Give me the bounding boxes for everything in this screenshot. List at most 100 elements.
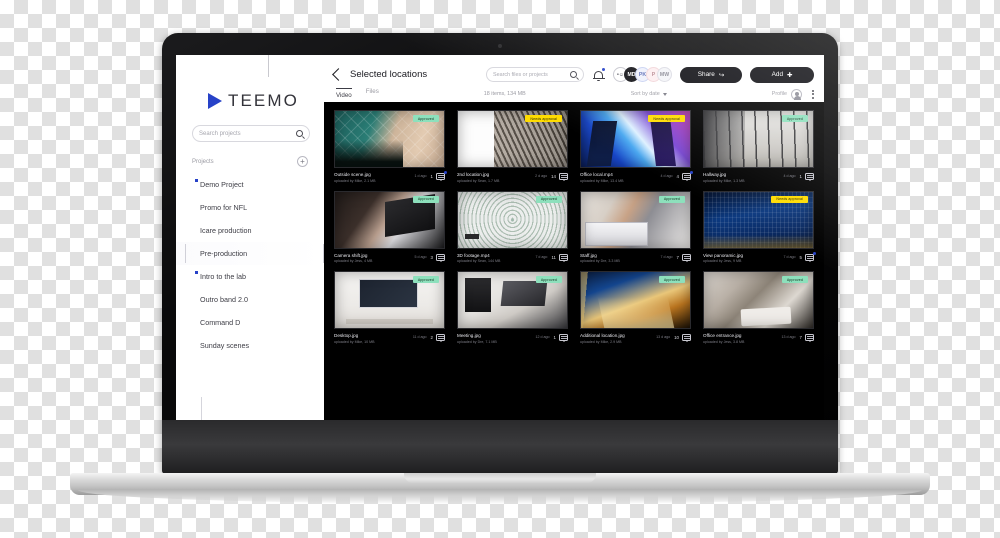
avatar[interactable]: MW xyxy=(657,67,672,82)
sidebar-item-sunday-scenes[interactable]: Sunday scenes xyxy=(176,334,324,357)
comment-indicator[interactable]: 5 xyxy=(799,251,816,262)
comment-indicator[interactable]: 7 xyxy=(800,333,814,343)
file-name[interactable]: Office local.mp4 xyxy=(580,172,657,177)
tab-files[interactable]: Files xyxy=(366,88,379,101)
comment-indicator[interactable]: 1 xyxy=(554,333,568,343)
status-badge: Approved xyxy=(535,276,562,283)
sidebar-item-pre-production[interactable]: Pre-production xyxy=(176,242,324,265)
file-card[interactable]: Approved Camera shift.jpg uploaded by Jess… xyxy=(334,190,445,263)
file-info: Hallway.jpg uploaded by Mike, 1.3 MB xyxy=(703,172,780,183)
file-timestamp: 4 d ago xyxy=(660,174,673,178)
comment-bubble-icon xyxy=(805,334,814,343)
file-card[interactable]: Approved Meeting.jpg uploaded by Dre, 7.1 … xyxy=(457,271,568,344)
file-uploader: uploaded by Sean, 144 MB xyxy=(457,259,501,263)
file-card[interactable]: Approved Staff.jpg uploaded by Dre, 3.3 MB… xyxy=(580,190,691,264)
file-name[interactable]: View panoramic.jpg xyxy=(703,253,780,258)
file-info: Office local.mp4 uploaded by Mike, 13.4 M… xyxy=(580,172,657,183)
tab-video[interactable]: Video xyxy=(336,87,352,101)
file-name[interactable]: Camera shift.jpg xyxy=(334,253,411,258)
file-uploader: uploaded by Mike, 2.1 MB xyxy=(334,178,376,183)
add-project-button[interactable]: + xyxy=(297,156,308,167)
file-thumbnail[interactable]: Approved xyxy=(580,190,691,249)
comment-lines xyxy=(807,255,813,257)
comment-indicator[interactable]: 4 xyxy=(677,171,693,182)
add-button[interactable]: Add ✚ xyxy=(750,66,814,83)
file-thumbnail[interactable]: Approved xyxy=(457,271,568,329)
file-name[interactable]: Desktop.jpg xyxy=(334,333,409,338)
file-name[interactable]: 2nd location.jpg xyxy=(457,172,531,177)
file-card[interactable]: Approved Desktop.jpg uploaded by Mike, 10 … xyxy=(334,271,445,344)
search-projects-input[interactable]: Search projects xyxy=(192,125,310,142)
file-timestamp: 7 d ago xyxy=(535,254,548,259)
notifications-button[interactable] xyxy=(592,67,605,82)
comment-indicator[interactable]: 1 xyxy=(431,171,447,182)
comment-indicator[interactable]: 3 xyxy=(431,253,445,262)
comment-indicator[interactable]: 1 xyxy=(800,172,814,182)
profile-button[interactable]: Profile xyxy=(772,88,803,100)
file-thumbnail[interactable]: Approved xyxy=(334,271,445,329)
file-card[interactable]: Approved Outside scene.jpg uploaded by Mik… xyxy=(334,110,447,183)
file-name[interactable]: Hallway.jpg xyxy=(703,172,780,177)
file-name[interactable]: Office entrance.jpg xyxy=(703,333,778,338)
play-triangle-icon xyxy=(208,93,222,109)
unread-dot-icon xyxy=(444,171,447,174)
file-info: View panoramic.jpg uploaded by Jess, 9 MB xyxy=(703,253,780,264)
file-name[interactable]: 3D footage.mp4 xyxy=(457,253,531,258)
comment-indicator[interactable]: 10 xyxy=(674,333,691,343)
comment-count: 5 xyxy=(799,254,802,260)
file-thumbnail[interactable]: Needs approval xyxy=(703,190,814,249)
file-card[interactable]: Needs approval View panoramic.jpg uploaded… xyxy=(703,190,816,264)
file-thumbnail[interactable]: Approved xyxy=(580,271,691,329)
collaborator-avatars: •☺ MD PK P MW xyxy=(613,67,672,82)
logo-divider xyxy=(268,55,269,77)
file-card[interactable]: Approved Additional location.jpg uploaded … xyxy=(580,271,691,344)
file-thumbnail[interactable]: Approved xyxy=(334,190,445,249)
share-button[interactable]: Share ↪ xyxy=(680,66,742,83)
bell-base xyxy=(592,78,605,80)
comment-lines xyxy=(807,175,813,177)
file-name[interactable]: Outside scene.jpg xyxy=(334,172,411,177)
sidebar-item-command-d[interactable]: Command D xyxy=(176,311,324,334)
sidebar-item-outro-band-2-0[interactable]: Outro band 2.0 xyxy=(176,288,324,311)
file-uploader: uploaded by Jess, 3.8 MB xyxy=(703,339,745,344)
file-thumbnail[interactable]: Approved xyxy=(334,110,445,168)
file-card[interactable]: Needs approval Office local.mp4 uploaded b… xyxy=(580,110,693,183)
file-thumbnail[interactable]: Approved xyxy=(703,271,814,329)
chevron-left-icon[interactable] xyxy=(332,68,345,81)
file-card[interactable]: Needs approval 2nd location.jpg uploaded b… xyxy=(457,110,568,183)
comment-bubble-icon xyxy=(805,173,814,182)
file-card[interactable]: Approved 3D footage.mp4 uploaded by Sean, … xyxy=(457,190,568,263)
file-name[interactable]: Meeting.jpg xyxy=(457,333,532,338)
laptop-base-shadow xyxy=(78,490,922,504)
comment-indicator[interactable]: 7 xyxy=(677,253,691,262)
comment-indicator[interactable]: 11 xyxy=(551,253,568,262)
search-files-input[interactable]: Search files or projects xyxy=(486,67,584,82)
comment-indicator[interactable]: 14 xyxy=(551,172,568,182)
file-name[interactable]: Additional location.jpg xyxy=(580,333,652,338)
sidebar-item-promo-for-nfl[interactable]: Promo for NFL xyxy=(176,196,324,219)
screen-viewport: TEEMO Search projects Projects + Demo Pr… xyxy=(176,55,824,453)
kebab-menu-icon[interactable] xyxy=(810,89,815,99)
sidebar-item-icare-production[interactable]: Icare production xyxy=(176,219,324,242)
sidebar-item-demo-project[interactable]: Demo Project xyxy=(176,173,324,196)
file-name[interactable]: Staff.jpg xyxy=(580,253,657,258)
status-badge: Needs approval xyxy=(771,195,808,203)
notification-badge xyxy=(602,67,605,71)
file-uploader: uploaded by Mike, 10 MB xyxy=(334,339,375,344)
file-thumbnail[interactable]: Approved xyxy=(703,110,814,168)
comment-indicator[interactable]: 2 xyxy=(431,333,445,343)
brand-logo[interactable]: TEEMO xyxy=(176,55,324,111)
sort-dropdown[interactable]: Sort by date xyxy=(631,91,667,97)
file-timestamp: 5 d ago xyxy=(414,254,427,259)
file-uploader: uploaded by Sean, 1.7 MB xyxy=(457,178,500,183)
file-card[interactable]: Approved Office entrance.jpg uploaded by J… xyxy=(703,271,814,344)
file-card[interactable]: Approved Hallway.jpg uploaded by Mike, 1.3… xyxy=(703,110,814,183)
file-thumbnail[interactable]: Approved xyxy=(457,190,568,249)
unread-dot-icon xyxy=(195,179,198,182)
status-badge: Approved xyxy=(781,115,808,122)
sidebar-item-intro-to-the-lab[interactable]: Intro to the lab xyxy=(176,265,324,288)
file-thumbnail[interactable]: Needs approval xyxy=(457,110,568,168)
comment-lines xyxy=(561,255,567,257)
file-info: Staff.jpg uploaded by Dre, 3.3 MB xyxy=(580,253,657,264)
file-thumbnail[interactable]: Needs approval xyxy=(580,110,691,168)
